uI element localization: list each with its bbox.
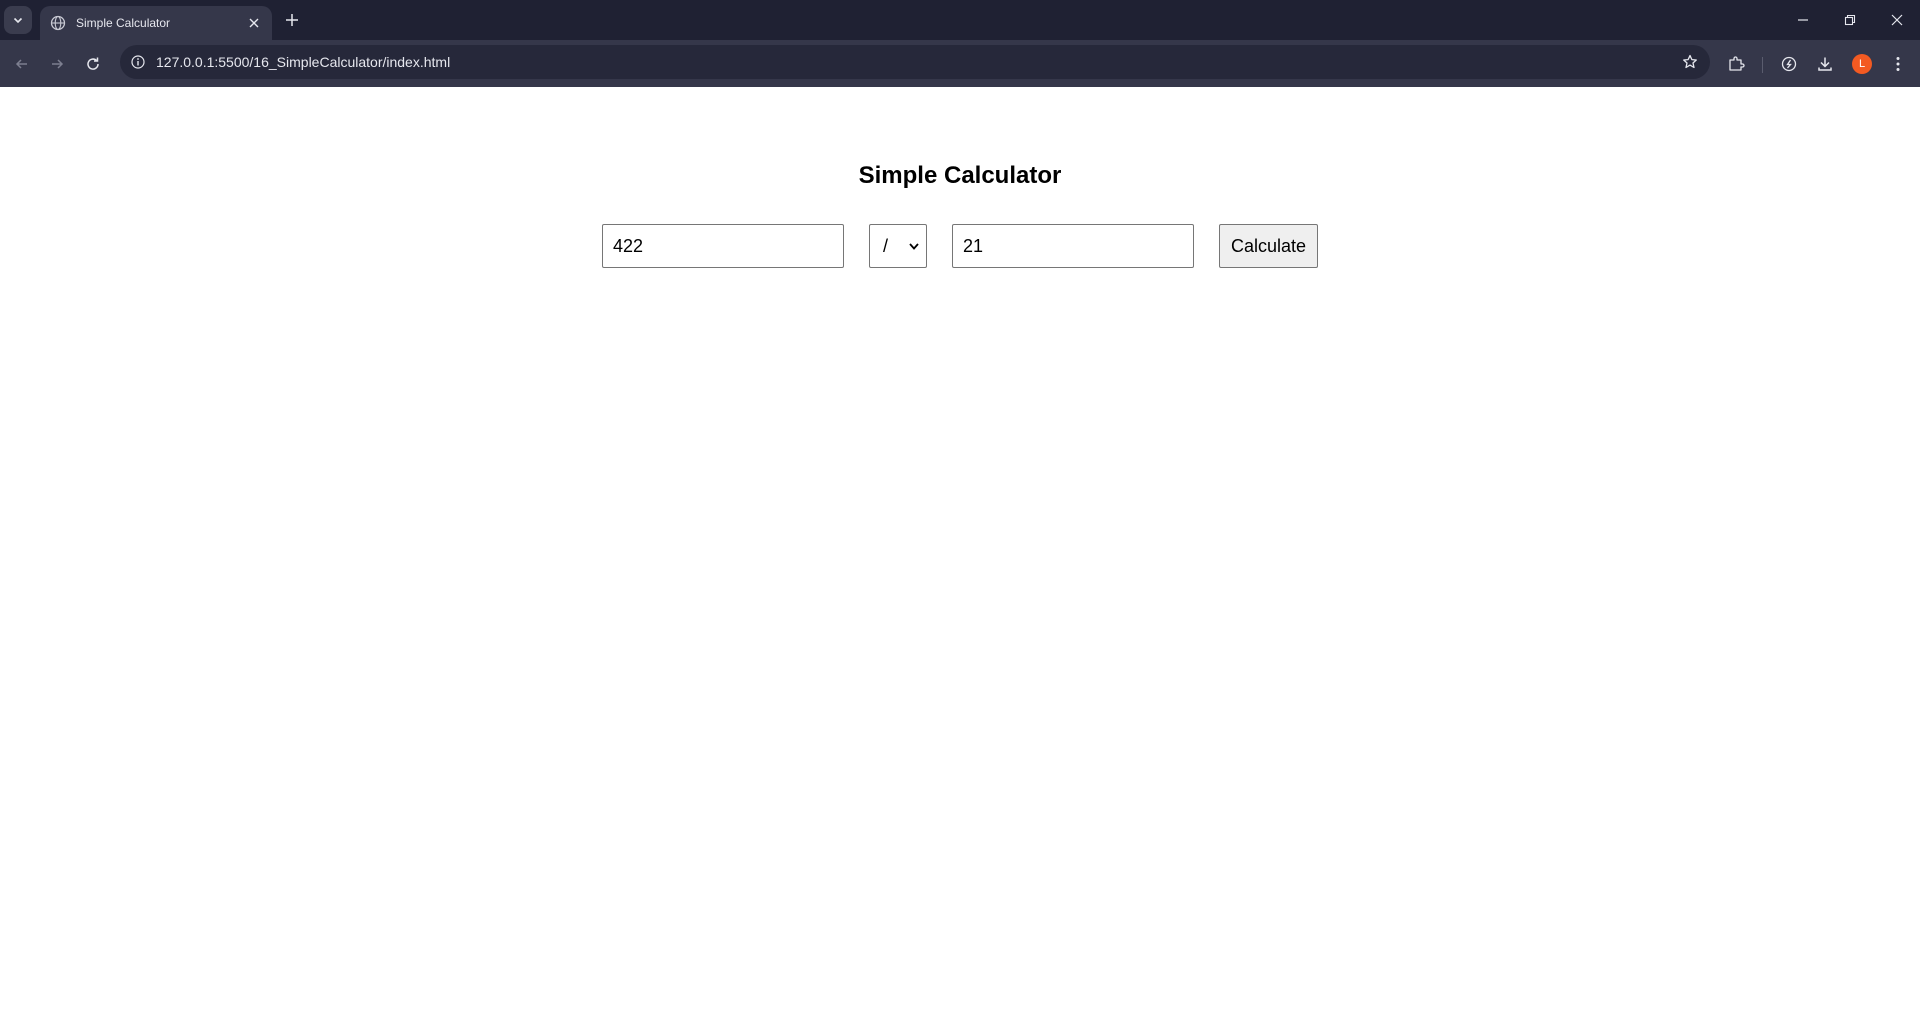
toolbar-divider [1762,57,1763,73]
forward-button[interactable] [43,50,71,78]
new-tab-button[interactable] [280,8,304,32]
restore-icon [1844,14,1856,26]
close-icon [249,18,259,28]
browser-toolbar: 127.0.0.1:5500/16_SimpleCalculator/index… [0,40,1920,87]
close-window-button[interactable] [1874,0,1920,40]
arrow-right-icon [52,59,64,69]
url-text[interactable]: 127.0.0.1:5500/16_SimpleCalculator/index… [156,54,1676,70]
reload-icon [87,57,99,70]
tab-close-button[interactable] [244,13,264,33]
operator-select[interactable]: / [869,224,927,268]
restore-button[interactable] [1827,0,1873,40]
page-content: Simple Calculator / Calculate [0,87,1920,1032]
minimize-icon [1798,19,1808,21]
browser-tab-strip: Simple Calculator [0,0,1920,40]
minimize-button[interactable] [1780,0,1826,40]
chevron-down-icon [13,17,23,24]
close-icon [1891,14,1903,26]
reload-button[interactable] [79,50,107,78]
bookmark-star-icon[interactable] [1676,48,1704,76]
download-icon[interactable] [1811,50,1839,78]
calculate-button[interactable]: Calculate [1219,224,1318,268]
tab-title: Simple Calculator [76,16,171,30]
address-bar[interactable]: 127.0.0.1:5500/16_SimpleCalculator/index… [120,45,1710,79]
plus-icon [286,14,298,26]
calculator-form: / Calculate [0,223,1920,269]
site-info-icon[interactable] [128,52,148,72]
operator-value: / [883,235,889,256]
globe-icon [50,15,66,31]
page-title: Simple Calculator [858,162,1062,189]
chevron-down-icon [909,243,919,250]
tab-search-button[interactable] [4,6,32,34]
performance-icon[interactable] [1775,50,1803,78]
browser-tab-active[interactable]: Simple Calculator [40,6,272,40]
arrow-left-icon [15,59,27,69]
second-number-input[interactable] [952,224,1194,268]
back-button[interactable] [8,50,36,78]
extensions-icon[interactable] [1722,50,1750,78]
profile-avatar[interactable]: L [1852,54,1872,74]
first-number-input[interactable] [602,224,844,268]
more-menu-icon[interactable] [1884,50,1912,78]
